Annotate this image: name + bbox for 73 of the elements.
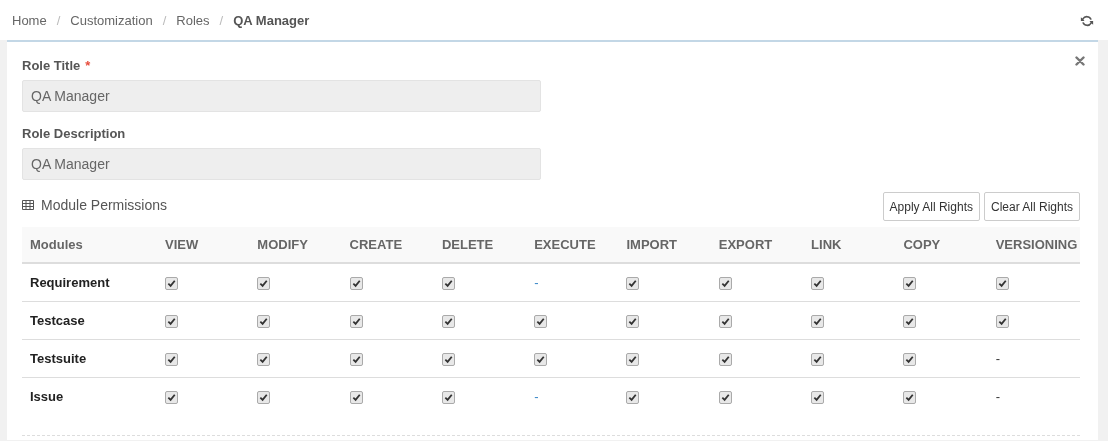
dash-link[interactable]: - [534, 389, 539, 404]
permission-checkbox[interactable] [349, 353, 363, 367]
permission-checkbox[interactable] [441, 353, 455, 367]
permission-checkbox[interactable] [257, 277, 271, 291]
column-header: DELETE [433, 227, 527, 263]
breadcrumb-current: QA Manager [233, 12, 310, 28]
permission-checkbox[interactable] [903, 353, 917, 367]
permission-checkbox[interactable] [995, 315, 1009, 329]
text-field[interactable]: QA Manager [22, 148, 541, 180]
text-field[interactable]: QA Manager [22, 80, 541, 112]
permission-checkbox[interactable] [349, 277, 363, 291]
permission-checkbox[interactable] [903, 315, 917, 329]
permission-checkbox[interactable] [165, 353, 178, 367]
permission-checkbox[interactable] [165, 315, 178, 329]
breadcrumb-separator: / [162, 12, 167, 28]
permission-checkbox[interactable] [718, 391, 732, 405]
module-name: Requirement [22, 263, 157, 302]
breadcrumb-link[interactable]: Roles [176, 12, 210, 28]
permission-checkbox[interactable] [349, 391, 363, 405]
permission-checkbox[interactable] [534, 353, 548, 367]
permission-checkbox[interactable] [257, 353, 271, 367]
permission-checkbox[interactable] [165, 277, 178, 291]
breadcrumb-link[interactable]: Customization [70, 12, 153, 28]
field-label: Role Description [22, 126, 126, 141]
column-header: EXECUTE [526, 227, 619, 263]
permission-checkbox[interactable] [441, 315, 455, 329]
column-header: Modules [22, 227, 157, 263]
module-name: Testcase [22, 301, 157, 340]
column-header: EXPORT [710, 227, 804, 263]
permission-checkbox[interactable] [534, 315, 548, 329]
action-button[interactable]: Clear All Rights [983, 192, 1080, 221]
dash-link[interactable]: - [534, 275, 539, 290]
refresh-icon[interactable] [1080, 14, 1094, 28]
permission-checkbox[interactable] [441, 391, 455, 405]
permission-checkbox[interactable] [626, 277, 640, 291]
module-name: Issue [22, 377, 157, 415]
breadcrumb-separator: / [56, 12, 61, 28]
permission-checkbox[interactable] [718, 353, 732, 367]
permission-checkbox[interactable] [441, 277, 455, 291]
permission-checkbox[interactable] [626, 353, 640, 367]
permission-checkbox[interactable] [257, 391, 271, 405]
action-button[interactable]: Apply All Rights [882, 192, 980, 221]
column-header: MODIFY [249, 227, 342, 263]
field-label: Role Title [22, 58, 81, 73]
permission-checkbox[interactable] [995, 277, 1009, 291]
breadcrumb-link[interactable]: Home [12, 12, 47, 28]
permission-checkbox[interactable] [626, 315, 640, 329]
module-name: Testsuite [22, 339, 157, 378]
breadcrumb-separator: / [219, 12, 224, 28]
column-header: CREATE [341, 227, 434, 263]
permission-checkbox[interactable] [811, 315, 825, 329]
dash-text: - [995, 389, 1000, 404]
permission-checkbox[interactable] [811, 277, 825, 291]
permission-checkbox[interactable] [811, 353, 825, 367]
permission-checkbox[interactable] [718, 315, 732, 329]
column-header: VIEW [157, 227, 250, 263]
permission-checkbox[interactable] [718, 277, 732, 291]
dash-text: - [995, 351, 1000, 366]
permission-checkbox[interactable] [626, 391, 640, 405]
column-header: VERSIONING [987, 227, 1080, 263]
permission-checkbox[interactable] [349, 315, 363, 329]
permission-checkbox[interactable] [165, 391, 178, 405]
column-header: LINK [803, 227, 896, 263]
required-mark: * [85, 58, 91, 73]
column-header: IMPORT [618, 227, 711, 263]
permission-checkbox[interactable] [903, 391, 917, 405]
column-header: COPY [895, 227, 988, 263]
close-icon[interactable] [1075, 56, 1085, 66]
permission-checkbox[interactable] [903, 277, 917, 291]
section-title: Module Permissions [41, 197, 168, 213]
permission-checkbox[interactable] [257, 315, 271, 329]
permission-checkbox[interactable] [811, 391, 825, 405]
table-icon [22, 200, 34, 210]
